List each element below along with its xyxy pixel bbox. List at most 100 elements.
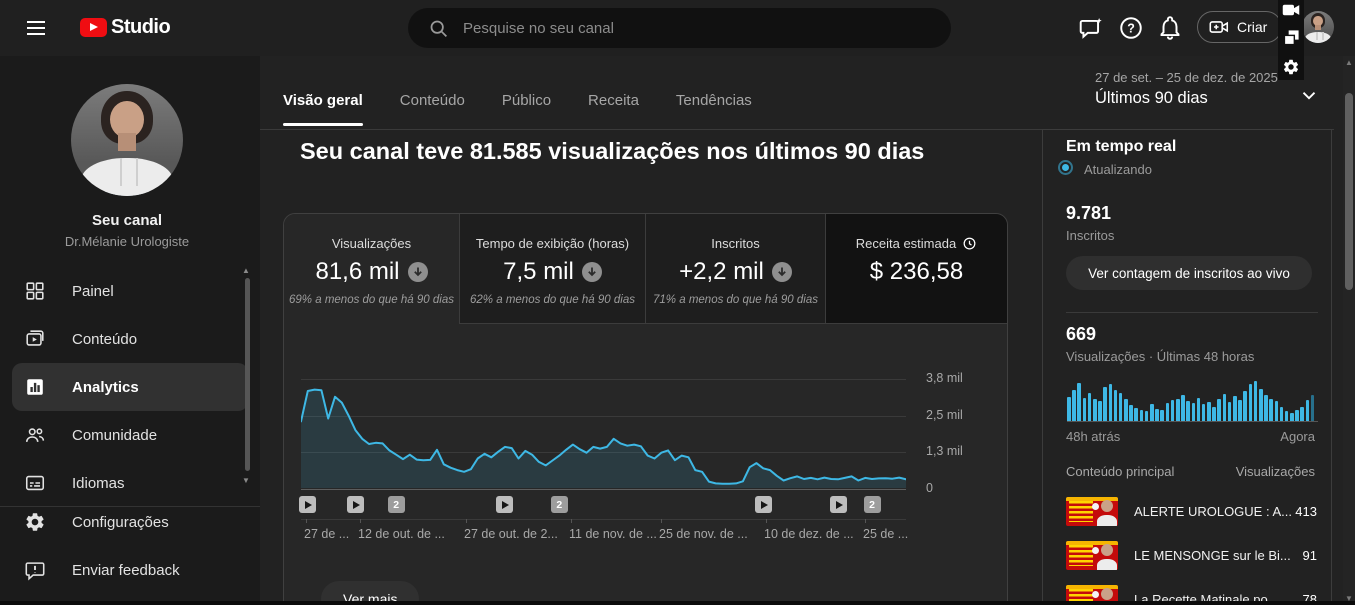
help-icon[interactable]: ?: [1118, 15, 1144, 41]
sidebar-item-conteudo[interactable]: Conteúdo: [0, 315, 260, 363]
search-input[interactable]: [463, 19, 893, 37]
metric-receita-estimada[interactable]: Receita estimada $ 236,58: [826, 214, 1007, 324]
multi-upload-marker[interactable]: 2: [863, 496, 881, 513]
chevron-down-icon[interactable]: [1298, 84, 1320, 106]
metric-visualizacoes[interactable]: Visualizações 81,6 mil 69% a menos do qu…: [284, 214, 460, 324]
channel-owner: Dr.Mélanie Urologiste: [64, 234, 190, 249]
metric-tempo-exibicao[interactable]: Tempo de exibição (horas) 7,5 mil 62% a …: [460, 214, 646, 324]
realtime-title: Em tempo real: [1066, 138, 1177, 155]
bars-axis-right: Agora: [1280, 429, 1315, 444]
sidebar-item-configuracoes[interactable]: Configurações: [0, 498, 260, 546]
hourly-views-bar: [1134, 408, 1139, 421]
hourly-views-bar: [1233, 396, 1237, 421]
hourly-views-bar: [1186, 401, 1190, 421]
video-upload-marker[interactable]: [346, 496, 364, 513]
hourly-views-bar: [1150, 404, 1154, 421]
views-48h-count: 669: [1066, 324, 1097, 344]
top-video-row[interactable]: ALERTE UROLOGUE : A... 413: [1043, 490, 1333, 534]
live-pulse-icon: [1058, 160, 1073, 175]
y-tick-label: 1,3 mil: [926, 444, 963, 458]
menu-hamburger-icon[interactable]: [24, 16, 48, 40]
views-column-header: Visualizações: [1235, 464, 1315, 479]
hourly-views-bar: [1217, 398, 1222, 421]
sidebar-item-comunidade[interactable]: Comunidade: [0, 411, 260, 459]
hourly-views-bar: [1175, 398, 1180, 421]
video-upload-marker[interactable]: [754, 496, 772, 513]
send-feedback-icon: [25, 562, 45, 581]
hourly-views-bar: [1295, 409, 1299, 421]
video-upload-marker[interactable]: [299, 496, 317, 513]
account-avatar[interactable]: [1302, 11, 1334, 43]
hourly-views-bar: [1160, 410, 1164, 421]
metric-value: +2,2 mil: [679, 258, 764, 285]
sidebar-scroll-up-icon[interactable]: ▲: [242, 266, 250, 275]
camera-icon[interactable]: [1282, 3, 1300, 17]
x-tick: [571, 519, 572, 523]
feedback-bubble-icon[interactable]: [1078, 15, 1104, 41]
hourly-views-bar: [1243, 391, 1247, 421]
hourly-views-bar: [1258, 389, 1263, 421]
channel-avatar[interactable]: [71, 84, 183, 196]
hourly-views-bar: [1279, 407, 1284, 421]
metric-value: $ 236,58: [869, 258, 964, 285]
sidebar-scrollbar-thumb[interactable]: [245, 278, 250, 471]
x-tick-label: 27 de ...: [304, 527, 350, 541]
date-range-selector[interactable]: 27 de set. – 25 de dez. de 2025 Últimos …: [1095, 70, 1278, 108]
tab-visao-geral[interactable]: Visão geral: [283, 56, 363, 126]
trend-down-icon: [581, 262, 602, 282]
hourly-views-bar: [1092, 399, 1097, 421]
video-thumbnail: [1066, 541, 1118, 570]
hourly-views-bar: [1253, 381, 1258, 421]
x-tick: [766, 519, 767, 523]
multi-upload-marker[interactable]: 2: [387, 496, 405, 513]
realtime-panel: Em tempo real Atualizando 9.781 Inscrito…: [1042, 129, 1332, 605]
search-icon: [430, 20, 447, 37]
tab-tendencias[interactable]: Tendências: [676, 56, 752, 126]
x-tick-label: 25 de ...: [863, 527, 909, 541]
sidebar-scroll-down-icon[interactable]: ▼: [242, 476, 250, 485]
metric-tabs-row: Visualizações 81,6 mil 69% a menos do qu…: [284, 214, 1007, 324]
clock-icon: [963, 237, 976, 250]
hourly-views-bar: [1098, 401, 1102, 421]
notifications-bell-icon[interactable]: [1157, 15, 1183, 41]
x-tick-label: 27 de out. de 2...: [464, 527, 558, 541]
live-subscriber-count-button[interactable]: Ver contagem de inscritos ao vivo: [1066, 256, 1312, 290]
video-upload-marker[interactable]: [496, 496, 514, 513]
views-48h-label: Visualizações · Últimas 48 horas: [1066, 349, 1255, 364]
hourly-views-bar: [1124, 399, 1128, 421]
sidebar-item-painel[interactable]: Painel: [0, 267, 260, 315]
scrollbar-thumb[interactable]: [1345, 93, 1353, 290]
page-title: Seu canal teve 81.585 visualizações nos …: [300, 138, 925, 164]
create-button[interactable]: Criar: [1197, 11, 1283, 43]
youtube-studio-logo[interactable]: Studio: [80, 16, 171, 39]
community-icon: [25, 428, 45, 442]
multi-upload-marker[interactable]: 2: [550, 496, 568, 513]
scrollbar-up-icon[interactable]: ▲: [1345, 58, 1353, 67]
top-video-row[interactable]: LE MENSONGE sur le Bi... 91: [1043, 534, 1333, 578]
bottom-edge-strip: [0, 601, 1355, 605]
hourly-views-bar: [1196, 397, 1201, 421]
x-tick: [466, 519, 467, 523]
youtube-studio-analytics-screen: Studio ?: [0, 0, 1355, 605]
tab-receita[interactable]: Receita: [588, 56, 639, 126]
hourly-views-bar: [1108, 384, 1113, 421]
sidebar-item-analytics[interactable]: Analytics: [12, 363, 248, 411]
metric-value: 81,6 mil: [315, 258, 400, 285]
hourly-views-bar: [1113, 389, 1118, 421]
channel-search[interactable]: [408, 8, 951, 48]
hourly-views-bar: [1170, 400, 1175, 421]
sidebar-item-enviar-feedback[interactable]: Enviar feedback: [0, 546, 260, 594]
analytics-tabs: Visão geral Conteúdo Público Receita Ten…: [283, 56, 789, 126]
tab-conteudo[interactable]: Conteúdo: [400, 56, 465, 126]
gear-icon[interactable]: [1282, 58, 1300, 76]
sidebar-menu: Painel Conteúdo Analytics Comunidade Idi…: [0, 267, 260, 507]
metric-inscritos[interactable]: Inscritos +2,2 mil 71% a menos do que há…: [646, 214, 826, 324]
hourly-views-bar: [1129, 405, 1133, 421]
channel-name: Seu canal: [91, 212, 163, 229]
video-views: 91: [1302, 548, 1317, 563]
tab-publico[interactable]: Público: [502, 56, 551, 126]
svg-text:?: ?: [1127, 22, 1135, 36]
video-upload-marker[interactable]: [829, 496, 847, 513]
windows-copy-icon[interactable]: [1283, 29, 1300, 46]
hourly-views-bar: [1082, 397, 1087, 421]
